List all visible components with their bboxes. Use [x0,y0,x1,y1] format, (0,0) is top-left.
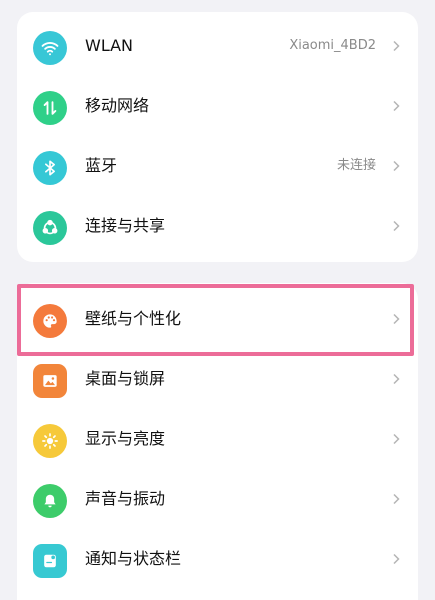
desktop-lockscreen-label: 桌面与锁屏 [85,369,166,388]
chevron-right-icon [390,433,402,445]
sun-icon [33,424,67,458]
connection-sharing-label: 连接与共享 [85,216,166,235]
bluetooth-status: 未连接 [336,158,376,173]
chevron-right-icon [390,40,402,52]
settings-item-wallpaper-personalization[interactable]: 壁纸与个性化 [17,289,418,349]
wlan-network-name: Xiaomi_4BD2 [289,38,376,53]
mobile-data-icon [33,91,67,125]
connectivity-card: WLAN Xiaomi_4BD2 移动网络 蓝牙 未连接 连接与共享 [17,12,418,262]
settings-item-notification-statusbar[interactable]: 通知与状态栏 [17,529,418,589]
personalization-card: 壁纸与个性化 桌面与锁屏 显示与亮度 声音与振动 通知与状态栏 [17,283,418,600]
bluetooth-icon [33,151,67,185]
wallpaper-personalization-label: 壁纸与个性化 [85,309,182,328]
chevron-right-icon [390,220,402,232]
wlan-label: WLAN [85,36,134,55]
wifi-icon [33,31,67,65]
settings-item-desktop-lockscreen[interactable]: 桌面与锁屏 [17,349,418,409]
settings-item-connection-sharing[interactable]: 连接与共享 [17,196,418,256]
chevron-right-icon [390,100,402,112]
chevron-right-icon [390,373,402,385]
chevron-right-icon [390,313,402,325]
notification-icon [33,544,67,578]
settings-item-display-brightness[interactable]: 显示与亮度 [17,409,418,469]
settings-item-bluetooth[interactable]: 蓝牙 未连接 [17,136,418,196]
palette-icon [33,304,67,338]
settings-item-wlan[interactable]: WLAN Xiaomi_4BD2 [17,16,418,76]
image-icon [33,364,67,398]
settings-item-sound-vibration[interactable]: 声音与振动 [17,469,418,529]
display-brightness-label: 显示与亮度 [85,429,166,448]
chevron-right-icon [390,160,402,172]
settings-item-mobile-network[interactable]: 移动网络 [17,76,418,136]
bell-icon [33,484,67,518]
notification-statusbar-label: 通知与状态栏 [85,549,182,568]
chevron-right-icon [390,553,402,565]
share-icon [33,211,67,245]
sound-vibration-label: 声音与振动 [85,489,166,508]
mobile-network-label: 移动网络 [85,96,150,115]
bluetooth-label: 蓝牙 [85,156,118,175]
chevron-right-icon [390,493,402,505]
